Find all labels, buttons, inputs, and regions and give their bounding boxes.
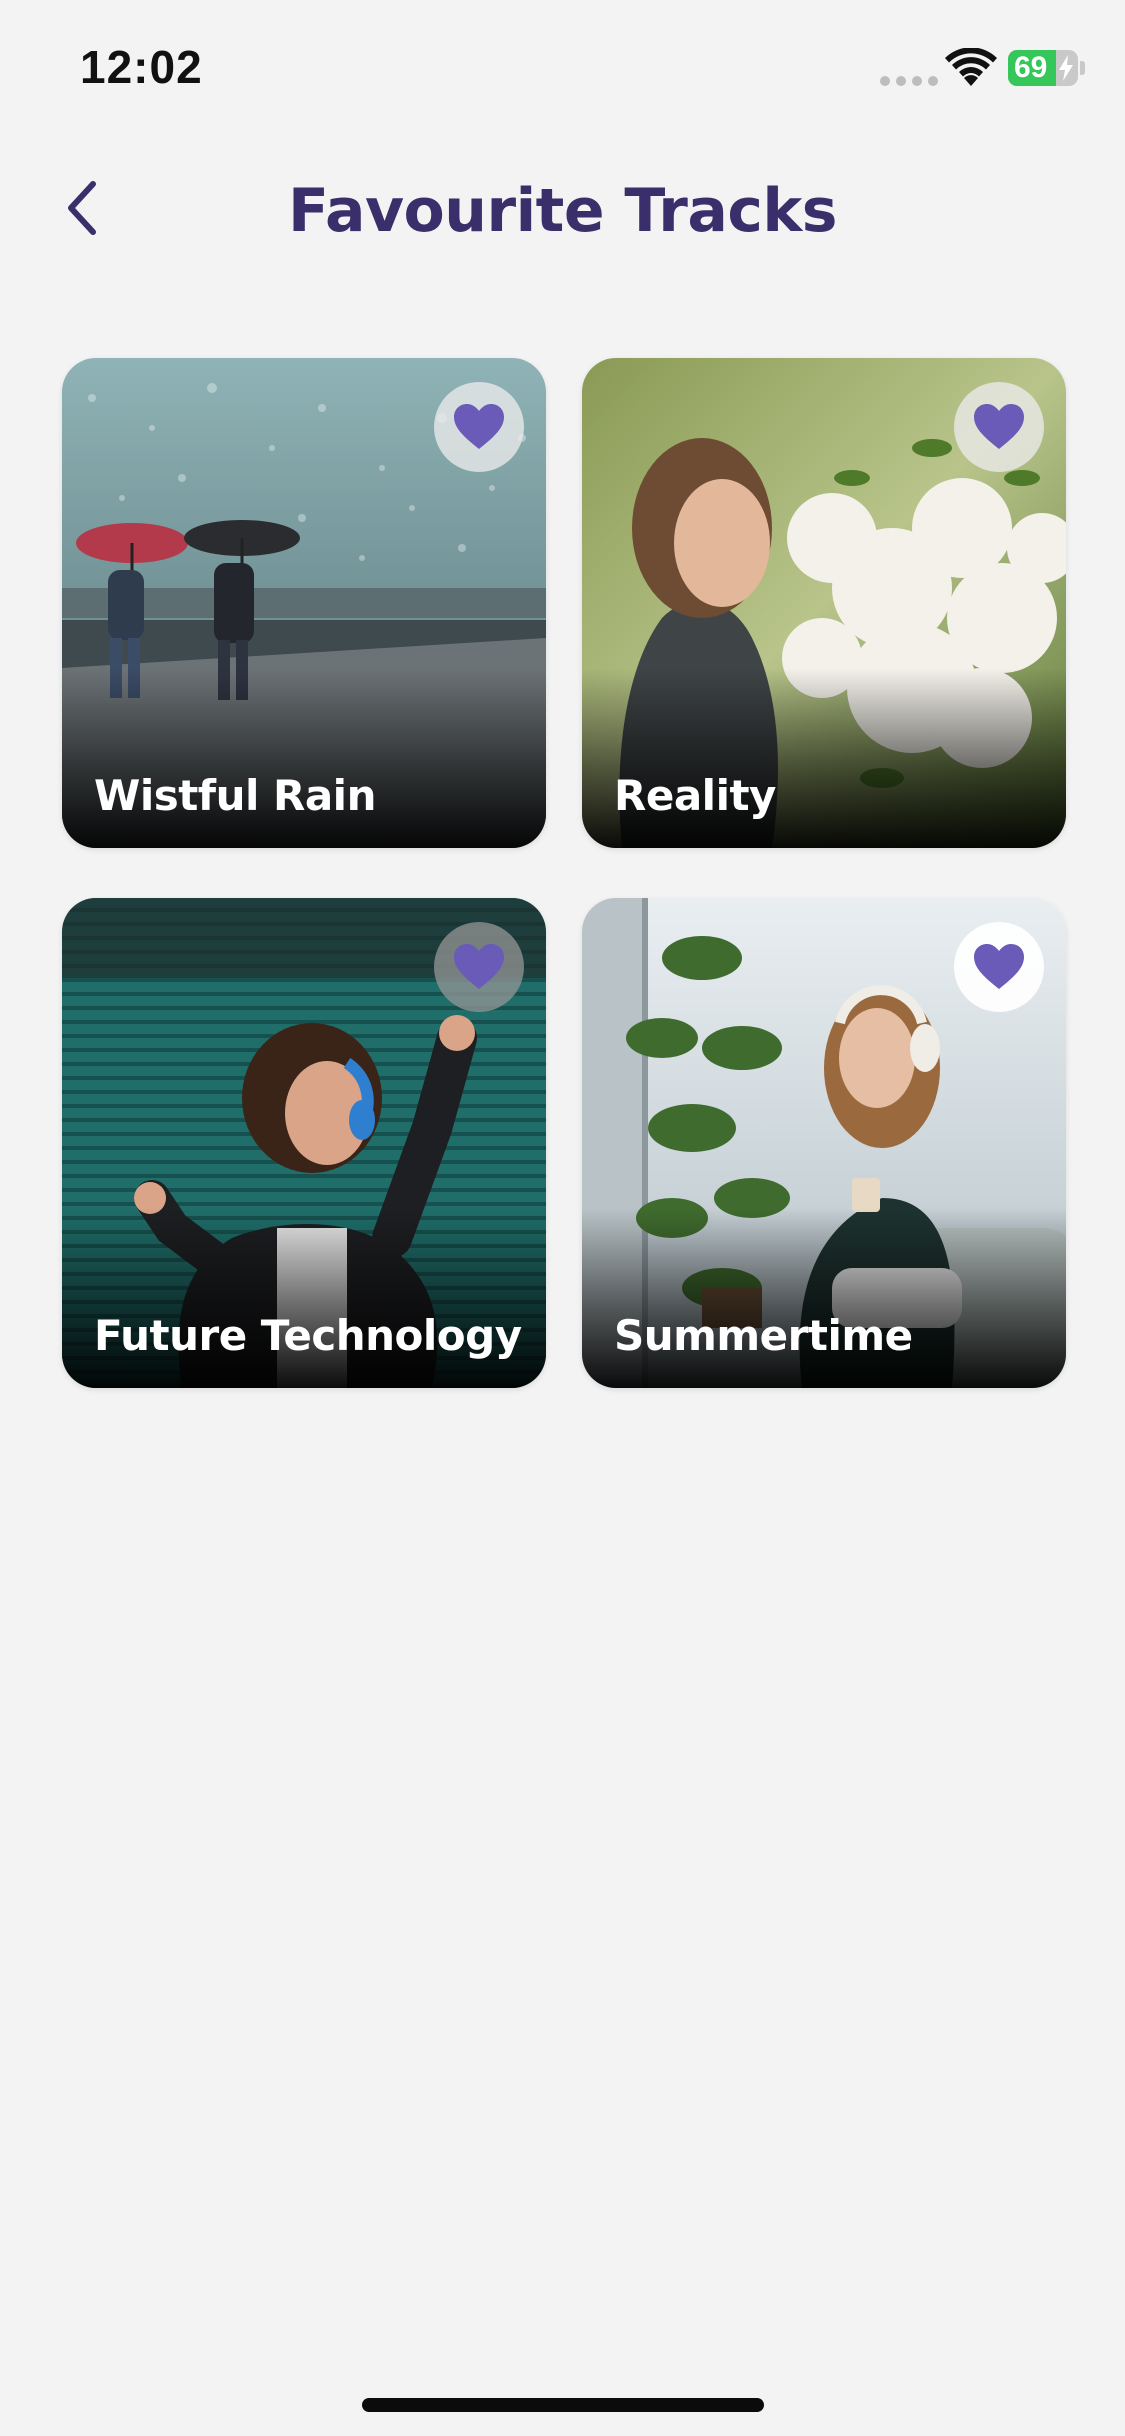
battery-percent: 69 bbox=[1014, 51, 1048, 84]
home-indicator[interactable] bbox=[362, 2398, 764, 2412]
header: Favourite Tracks bbox=[0, 150, 1125, 270]
card-title-gradient bbox=[62, 1208, 546, 1388]
favourite-tracks-screen: 12:02 69 Favourite Tracks Wistful Rain R… bbox=[0, 0, 1125, 2436]
favourite-tracks-grid: Wistful Rain Reality Future Technology S… bbox=[62, 358, 1066, 1388]
page-title: Favourite Tracks bbox=[287, 176, 838, 246]
track-title: Wistful Rain bbox=[94, 771, 376, 820]
battery-tip bbox=[1080, 61, 1085, 75]
wifi-icon bbox=[945, 48, 997, 86]
track-card-future-technology[interactable]: Future Technology bbox=[62, 898, 546, 1388]
heart-icon bbox=[974, 944, 1024, 989]
track-card-summertime[interactable]: Summertime bbox=[582, 898, 1066, 1388]
track-card-reality[interactable]: Reality bbox=[582, 358, 1066, 848]
favourite-button[interactable] bbox=[954, 922, 1044, 1012]
track-title: Summertime bbox=[614, 1311, 913, 1360]
favourite-button[interactable] bbox=[434, 922, 524, 1012]
status-time: 12:02 bbox=[80, 41, 203, 93]
heart-icon bbox=[454, 944, 504, 989]
card-title-gradient bbox=[582, 1208, 1066, 1388]
battery-icon: 69 bbox=[1008, 50, 1078, 86]
card-title-gradient bbox=[62, 668, 546, 848]
card-title-gradient bbox=[582, 668, 1066, 848]
heart-icon bbox=[974, 404, 1024, 449]
cellular-signal-icon bbox=[880, 76, 938, 86]
track-card-wistful-rain[interactable]: Wistful Rain bbox=[62, 358, 546, 848]
track-title: Reality bbox=[614, 771, 776, 820]
track-title: Future Technology bbox=[94, 1311, 522, 1360]
favourite-button[interactable] bbox=[954, 382, 1044, 472]
status-bar: 12:02 69 bbox=[0, 0, 1125, 140]
favourite-button[interactable] bbox=[434, 382, 524, 472]
charging-bolt-icon bbox=[1059, 55, 1073, 81]
heart-icon bbox=[454, 404, 504, 449]
